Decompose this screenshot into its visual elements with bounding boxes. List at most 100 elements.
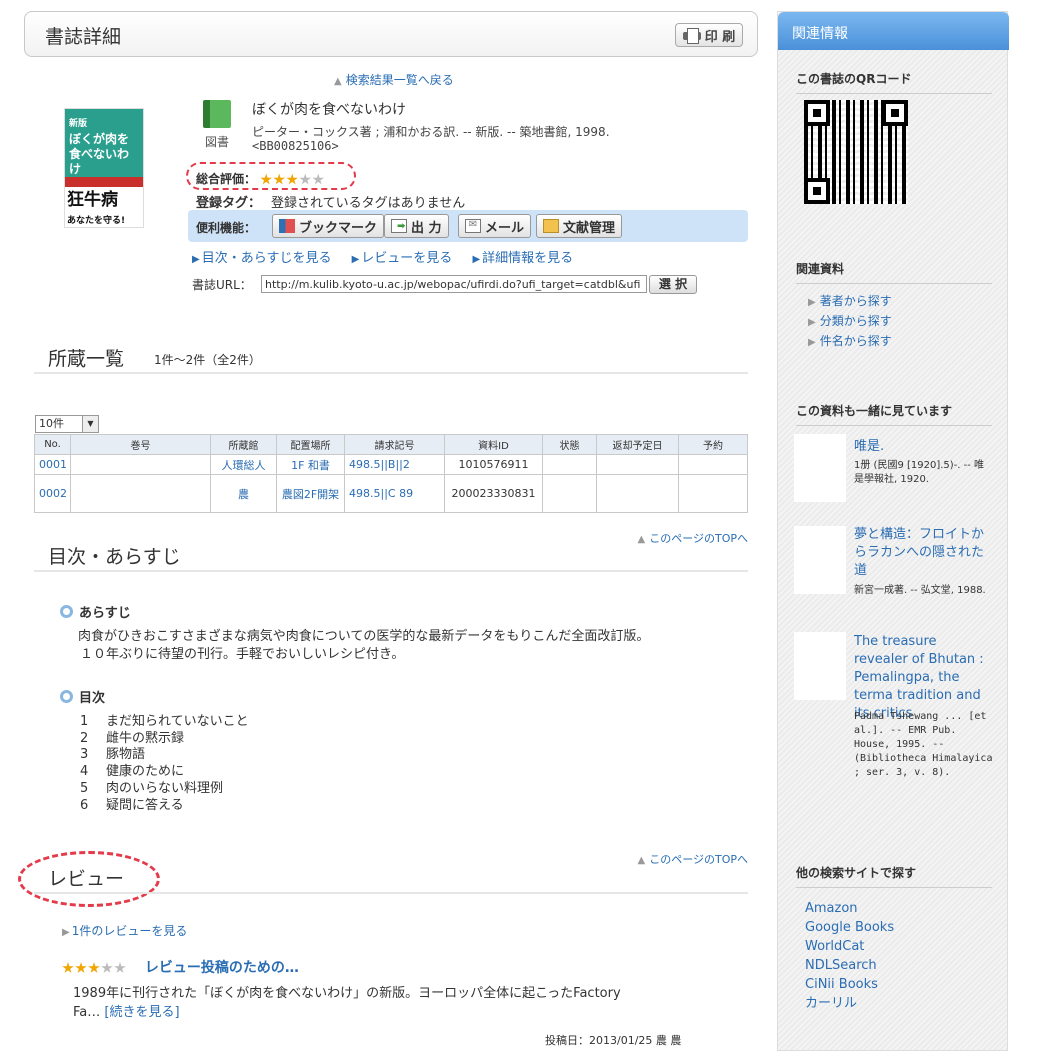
registered-tags: 登録タグ： 登録されているタグはありません bbox=[196, 192, 465, 211]
detail-sub-links: ▶ 目次・あらすじを見る ▶ レビューを見る ▶ 詳細情報を見る bbox=[192, 247, 589, 266]
mail-button[interactable]: ✉ メール bbox=[458, 214, 532, 238]
row-volume bbox=[70, 474, 211, 513]
view-details-link[interactable]: ▶ 詳細情報を見る bbox=[472, 251, 573, 266]
reference-manager-button[interactable]: 文献管理 bbox=[536, 214, 623, 238]
view-contents-link[interactable]: ▶ 目次・あらすじを見る bbox=[192, 251, 331, 266]
row-reserve bbox=[678, 454, 748, 475]
folder-icon bbox=[543, 219, 559, 233]
triangle-up-icon: ▲ bbox=[334, 76, 342, 87]
also-viewed-meta: 新宮一成著. -- 弘文堂, 1988. bbox=[854, 585, 986, 596]
also-viewed-thumbnail[interactable] bbox=[794, 632, 846, 700]
sidebar: 関連情報 この書誌のQRコード 関連資料 ▶ 著者から探す ▶ 分類から探す ▶ 件名… bbox=[777, 11, 1009, 1051]
export-arrow-icon: ➡ bbox=[391, 219, 407, 233]
row-no-link[interactable]: 0001 bbox=[34, 454, 71, 475]
also-viewed-title-link[interactable]: 夢と構造：フロイトからラカンへの隠された道 bbox=[854, 526, 994, 580]
star-icon bbox=[101, 962, 113, 973]
select-url-button[interactable]: 選 択 bbox=[649, 275, 697, 294]
output-button[interactable]: ➡ 出 力 bbox=[384, 214, 449, 238]
review-section-header: レビュー bbox=[34, 864, 748, 894]
printer-icon bbox=[682, 28, 701, 44]
tags-label: 登録タグ： bbox=[196, 196, 262, 211]
row-library-link[interactable]: 農 bbox=[210, 474, 277, 513]
rating-label: 総合評価： bbox=[196, 172, 257, 186]
cinii-books-link[interactable]: CiNii Books bbox=[805, 975, 894, 994]
print-button[interactable]: 印 刷 bbox=[675, 23, 743, 47]
review-title: レビュー bbox=[48, 868, 125, 890]
list-item: 1 まだ知られていないこと bbox=[80, 714, 249, 729]
sidebar-title: 関連情報 bbox=[778, 12, 1009, 50]
table-row: 0002 農 農図2F開架 498.5||C 89 200023330831 bbox=[34, 474, 748, 513]
mail-icon: ✉ bbox=[465, 219, 481, 233]
also-viewed-title-link[interactable]: 唯是. bbox=[854, 438, 994, 456]
search-by-class-link[interactable]: ▶ 分類から探す bbox=[808, 312, 892, 332]
circle-bullet-icon bbox=[60, 690, 73, 703]
also-viewed-thumbnail[interactable] bbox=[794, 434, 846, 502]
search-by-subject-link[interactable]: ▶ 件名から探す bbox=[808, 332, 892, 352]
star-icon bbox=[88, 962, 100, 973]
worldcat-link[interactable]: WorldCat bbox=[805, 937, 894, 956]
read-more-link[interactable]: [続きを見る] bbox=[104, 1005, 179, 1020]
per-page-select[interactable]: 10件 ▼ bbox=[35, 415, 99, 433]
row-location-link[interactable]: 1F 和書 bbox=[276, 454, 345, 475]
list-item: 5 肉のいらない料理例 bbox=[80, 780, 224, 796]
bib-url-field[interactable] bbox=[261, 275, 647, 293]
list-item: 3 豚物語 bbox=[80, 747, 146, 763]
review-body-line: Fa… bbox=[73, 1005, 105, 1020]
star-icon bbox=[273, 173, 285, 185]
book-responsibility: ピーター・コックス著 ; 浦和かおる訳. -- 新版. -- 築地書館, 199… bbox=[252, 125, 610, 139]
row-volume bbox=[70, 454, 211, 475]
back-to-results-link[interactable]: ▲ 検索結果一覧へ戻る bbox=[334, 71, 454, 88]
google-books-link[interactable]: Google Books bbox=[805, 918, 894, 937]
review-count-link[interactable]: ▶ 1件のレビューを見る bbox=[62, 922, 187, 939]
tools-bar: 便利機能： ブックマーク ➡ 出 力 ✉ メール 文献管理 bbox=[188, 210, 748, 242]
view-reviews-link[interactable]: ▶ レビューを見る bbox=[352, 251, 453, 266]
related-links: ▶ 著者から探す ▶ 分類から探す ▶ 件名から探す bbox=[808, 292, 892, 352]
col-volume: 巻号 bbox=[70, 434, 211, 455]
rating-stars bbox=[260, 173, 324, 186]
bookmark-button[interactable]: ブックマーク bbox=[272, 214, 385, 238]
star-icon bbox=[62, 962, 74, 973]
holdings-section-header: 所蔵一覧 1件～2件（全2件） bbox=[34, 344, 748, 374]
bookmark-label: ブックマーク bbox=[299, 220, 378, 236]
row-item-id: 1010576911 bbox=[444, 454, 543, 475]
row-status bbox=[542, 474, 597, 513]
review-stars bbox=[62, 962, 126, 974]
book-bibid: <BB00825106> bbox=[252, 139, 339, 153]
tags-value: 登録されているタグはありません bbox=[271, 196, 466, 211]
page-header: 書誌詳細 印 刷 bbox=[24, 11, 758, 57]
ndlsearch-link[interactable]: NDLSearch bbox=[805, 956, 894, 975]
circle-bullet-icon bbox=[60, 605, 73, 618]
holdings-count: 1件～2件（全2件） bbox=[154, 353, 261, 367]
cover-title: ぼくが肉を食べないわけ bbox=[69, 132, 130, 176]
review-title-link[interactable]: レビュー投稿のための… bbox=[145, 960, 299, 976]
dropdown-arrow-icon: ▼ bbox=[82, 416, 98, 432]
row-location-link[interactable]: 農図2F開架 bbox=[276, 474, 345, 513]
review-date: 投稿日：2013/01/25 農 農 bbox=[545, 1034, 682, 1047]
other-sites-links: Amazon Google Books WorldCat NDLSearch C… bbox=[805, 899, 894, 1013]
reference-manager-label: 文献管理 bbox=[563, 220, 616, 236]
back-link-text: 検索結果一覧へ戻る bbox=[345, 73, 454, 87]
holdings-header-row: No. 巻号 所蔵館 配置場所 請求記号 資料ID 状態 返却予定日 予約 bbox=[34, 434, 748, 455]
row-reserve bbox=[678, 474, 748, 513]
synopsis-line: １０年ぶりに待望の刊行。手軽でおいしいレシピ付き。 bbox=[80, 647, 405, 662]
list-item: 2 雌牛の黙示録 bbox=[80, 730, 185, 746]
col-call-number: 請求記号 bbox=[344, 434, 445, 455]
book-material-icon bbox=[203, 100, 231, 128]
bib-url-label: 書誌URL： bbox=[192, 278, 252, 292]
calil-link[interactable]: カーリル bbox=[805, 994, 894, 1013]
row-call-number-link[interactable]: 498.5||B||2 bbox=[344, 454, 445, 475]
amazon-link[interactable]: Amazon bbox=[805, 899, 894, 918]
star-icon bbox=[260, 173, 272, 185]
also-viewed-thumbnail[interactable] bbox=[794, 526, 846, 594]
row-call-number-link[interactable]: 498.5||C 89 bbox=[344, 474, 445, 513]
also-viewed-meta: 1册 (民國9 [1920].5)-. -- 唯是學報社, 1920. bbox=[854, 460, 985, 485]
row-library-link[interactable]: 人環総人 bbox=[210, 454, 277, 475]
contents-section-header: 目次・あらすじ bbox=[34, 542, 748, 572]
table-row: 0001 人環総人 1F 和書 498.5||B||2 1010576911 bbox=[34, 454, 748, 475]
cover-subline: あなたを守る! bbox=[67, 216, 126, 226]
row-status bbox=[542, 454, 597, 475]
row-no-link[interactable]: 0002 bbox=[34, 474, 71, 513]
review-body-line: 1989年に刊行された「ぼくが肉を食べないわけ」の新版。ヨーロッパ全体に起こった… bbox=[73, 986, 621, 1001]
col-status: 状態 bbox=[542, 434, 597, 455]
search-by-author-link[interactable]: ▶ 著者から探す bbox=[808, 292, 892, 312]
